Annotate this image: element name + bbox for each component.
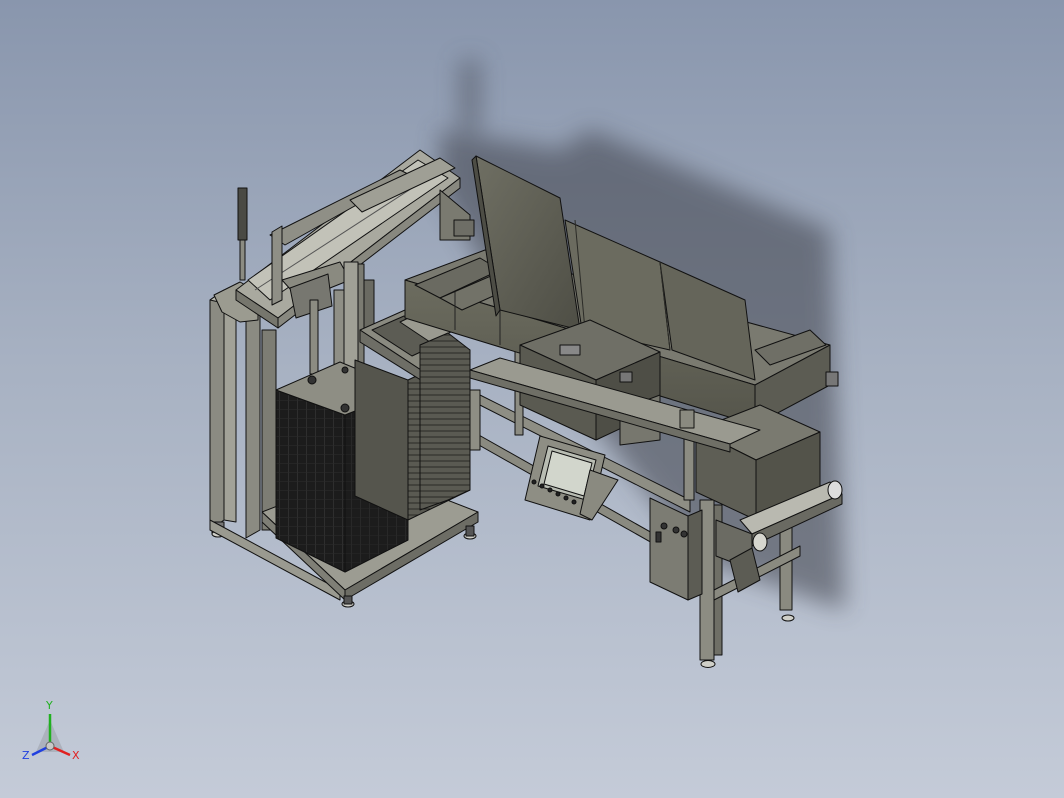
y-axis-label: Y [46, 699, 53, 712]
stacker-unit[interactable] [209, 149, 479, 608]
x-axis-label: X [72, 749, 80, 762]
electrical-cabinet [649, 497, 703, 601]
z-axis-label: Z [22, 749, 30, 762]
open-tray-column [354, 309, 471, 521]
coordinate-triad: Y X Z [18, 700, 88, 770]
cad-graphics-viewport[interactable]: Y X Z [0, 0, 1064, 798]
signal-tower-icon [237, 187, 248, 281]
machine-assembly-model[interactable] [0, 0, 1064, 798]
